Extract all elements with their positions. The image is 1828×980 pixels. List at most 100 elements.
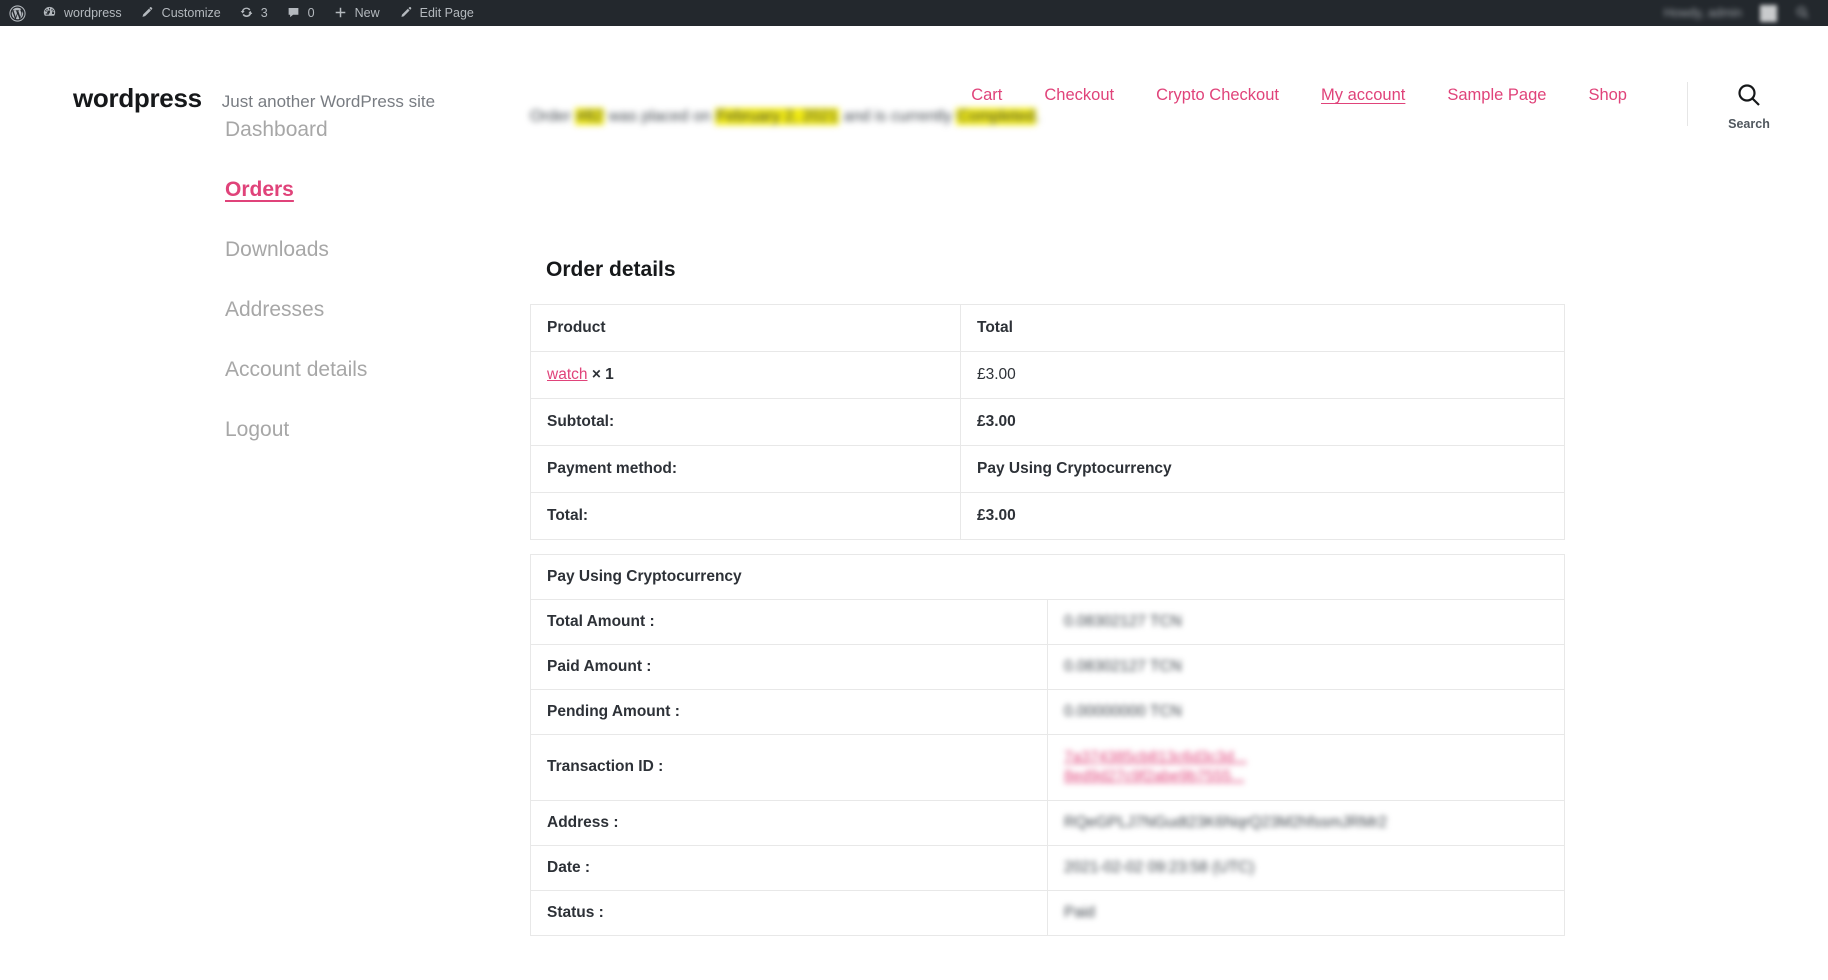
crypto-value-transaction-id-cell: 7a374385cb813c6d3c3d... 8ed9d27c9f2abe9b…: [1047, 734, 1565, 801]
crypto-value-address: RQeGPLJ7NGudt23K6NqrQ23M2hfssmJRMr2: [1064, 813, 1388, 831]
order-received-panel: Order #82 was placed on February 2, 2021…: [530, 108, 1565, 936]
wordpress-logo-button[interactable]: [0, 0, 33, 26]
search-label: Search: [1728, 117, 1770, 131]
avatar-image: [1760, 4, 1777, 22]
wp-admin-bar: wordpress Customize 3 0 New Edit Page Ho…: [0, 0, 1828, 26]
product-link[interactable]: watch: [547, 366, 588, 383]
admin-bar-site-name-label: wordpress: [64, 6, 122, 20]
admin-bar-search-button[interactable]: [1786, 0, 1820, 26]
crypto-value-address-cell: RQeGPLJ7NGudt23K6NqrQ23M2hfssmJRMr2: [1047, 799, 1565, 846]
admin-bar-howdy[interactable]: Howdy, admin: [1655, 0, 1751, 26]
table-row: Total Amount : 0.08302127 TCN: [530, 599, 1565, 645]
admin-bar-item-edit-page[interactable]: Edit Page: [389, 0, 483, 26]
crypto-value-date-cell: 2021-02-02 09:23:58 (UTC): [1047, 844, 1565, 891]
primary-navigation: Cart Checkout Crypto Checkout My account…: [950, 86, 1648, 105]
table-header-row: Product Total: [530, 304, 1565, 352]
nav-item-sample-page[interactable]: Sample Page: [1426, 86, 1567, 105]
order-table-body: watch × 1 £3.00 Subtotal: £3.00 Payment …: [530, 351, 1565, 540]
table-row: Date : 2021-02-02 09:23:58 (UTC): [530, 844, 1565, 891]
nav-item-checkout[interactable]: Checkout: [1023, 86, 1135, 105]
admin-bar-new-label: New: [354, 6, 380, 20]
crypto-section-title: Pay Using Cryptocurrency: [530, 554, 1565, 600]
crypto-label-transaction-id: Transaction ID :: [530, 734, 1048, 801]
sidebar-item-dashboard[interactable]: Dashboard: [225, 118, 460, 142]
crypto-value-paid-amount-cell: 0.08302127 TCN: [1047, 644, 1565, 690]
crypto-label-date: Date :: [530, 844, 1048, 891]
crypto-value-pending-amount: 0.00000000 TCN: [1064, 703, 1182, 720]
row-value-total: £3.00: [960, 492, 1565, 540]
brush-icon: [140, 5, 156, 21]
search-icon: [1735, 84, 1763, 113]
row-value-subtotal: £3.00: [960, 398, 1565, 446]
table-row: Address : RQeGPLJ7NGudt23K6NqrQ23M2hfssm…: [530, 799, 1565, 846]
nav-item-cart[interactable]: Cart: [950, 86, 1023, 105]
admin-bar-edit-page-label: Edit Page: [419, 6, 474, 20]
crypto-label-status: Status :: [530, 889, 1048, 936]
admin-bar-item-new[interactable]: New: [324, 0, 389, 26]
plus-icon: [333, 5, 349, 21]
admin-bar-item-customize[interactable]: Customize: [131, 0, 230, 26]
order-status-suffix: and is currently: [839, 108, 957, 125]
order-status-end: .: [1035, 108, 1041, 125]
order-details-title: Order details: [546, 258, 676, 281]
row-label-subtotal: Subtotal:: [530, 398, 961, 446]
order-status-prefix: Order: [530, 108, 576, 125]
my-account-navigation: Dashboard Orders Downloads Addresses Acc…: [225, 118, 460, 478]
order-item-total: £3.00: [960, 351, 1565, 399]
crypto-value-status-cell: Paid: [1047, 889, 1565, 936]
wordpress-logo-icon: [9, 5, 26, 22]
order-status-badge: Completed: [956, 108, 1036, 125]
crypto-label-paid-amount: Paid Amount :: [530, 644, 1048, 690]
table-row: Status : Paid: [530, 889, 1565, 936]
table-row: Transaction ID : 7a374385cb813c6d3c3d...…: [530, 734, 1565, 801]
table-row: Pending Amount : 0.00000000 TCN: [530, 689, 1565, 735]
sidebar-item-account-details[interactable]: Account details: [225, 358, 460, 382]
crypto-value-date: 2021-02-02 09:23:58 (UTC): [1064, 858, 1255, 876]
order-details-table: Product Total watch × 1 £3.00 Subtotal: …: [530, 304, 1565, 540]
crypto-value-paid-amount: 0.08302127 TCN: [1064, 658, 1182, 675]
order-status-message: Order #82 was placed on February 2, 2021…: [530, 108, 1565, 126]
row-label-total: Total:: [530, 492, 961, 540]
search-icon: [1795, 5, 1811, 21]
crypto-table-body: Pay Using Cryptocurrency Total Amount : …: [530, 554, 1565, 936]
column-header-total: Total: [960, 304, 1565, 352]
transaction-id-link[interactable]: 7a374385cb813c6d3c3d... 8ed9d27c9f2abe9b…: [1064, 748, 1247, 787]
table-row: Subtotal: £3.00: [530, 398, 1565, 446]
sidebar-item-orders[interactable]: Orders: [225, 178, 460, 202]
admin-bar-howdy-label: Howdy, admin: [1663, 6, 1742, 20]
order-date: February 2, 2021: [715, 108, 840, 125]
crypto-label-address: Address :: [530, 799, 1048, 846]
row-value-payment-method: Pay Using Cryptocurrency: [960, 445, 1565, 493]
header-divider: [1687, 82, 1688, 126]
order-item-cell: watch × 1: [530, 351, 961, 399]
nav-item-crypto-checkout[interactable]: Crypto Checkout: [1135, 86, 1300, 105]
crypto-value-pending-amount-cell: 0.00000000 TCN: [1047, 689, 1565, 735]
row-label-payment-method: Payment method:: [530, 445, 961, 493]
sidebar-item-logout[interactable]: Logout: [225, 418, 460, 442]
admin-bar-comments-count: 0: [307, 6, 315, 20]
site-title[interactable]: wordpress: [73, 83, 202, 114]
crypto-value-total-amount: 0.08302127 TCN: [1064, 613, 1182, 630]
sidebar-item-downloads[interactable]: Downloads: [225, 238, 460, 262]
admin-bar-item-updates[interactable]: 3: [230, 0, 277, 26]
admin-bar-customize-label: Customize: [161, 6, 221, 20]
table-row: Total: £3.00: [530, 492, 1565, 540]
nav-item-shop[interactable]: Shop: [1567, 86, 1648, 105]
table-row: Paid Amount : 0.08302127 TCN: [530, 644, 1565, 690]
avatar[interactable]: [1751, 0, 1786, 26]
order-table-head: Product Total: [530, 304, 1565, 352]
crypto-payment-table: Pay Using Cryptocurrency Total Amount : …: [530, 554, 1565, 936]
search-toggle-button[interactable]: Search: [1714, 81, 1784, 131]
nav-item-my-account[interactable]: My account: [1300, 86, 1426, 105]
comment-icon: [286, 5, 302, 21]
crypto-table-header-row: Pay Using Cryptocurrency: [530, 554, 1565, 600]
dashboard-icon: [42, 5, 58, 21]
admin-bar-left-group: wordpress Customize 3 0 New Edit Page: [0, 0, 483, 26]
crypto-label-pending-amount: Pending Amount :: [530, 689, 1048, 735]
admin-bar-item-site-name[interactable]: wordpress: [33, 0, 131, 26]
sidebar-item-addresses[interactable]: Addresses: [225, 298, 460, 322]
admin-bar-item-comments[interactable]: 0: [277, 0, 324, 26]
site-header: wordpress Just another WordPress site Ca…: [0, 26, 1828, 131]
pencil-icon: [398, 5, 414, 21]
site-tagline: Just another WordPress site: [221, 92, 436, 111]
